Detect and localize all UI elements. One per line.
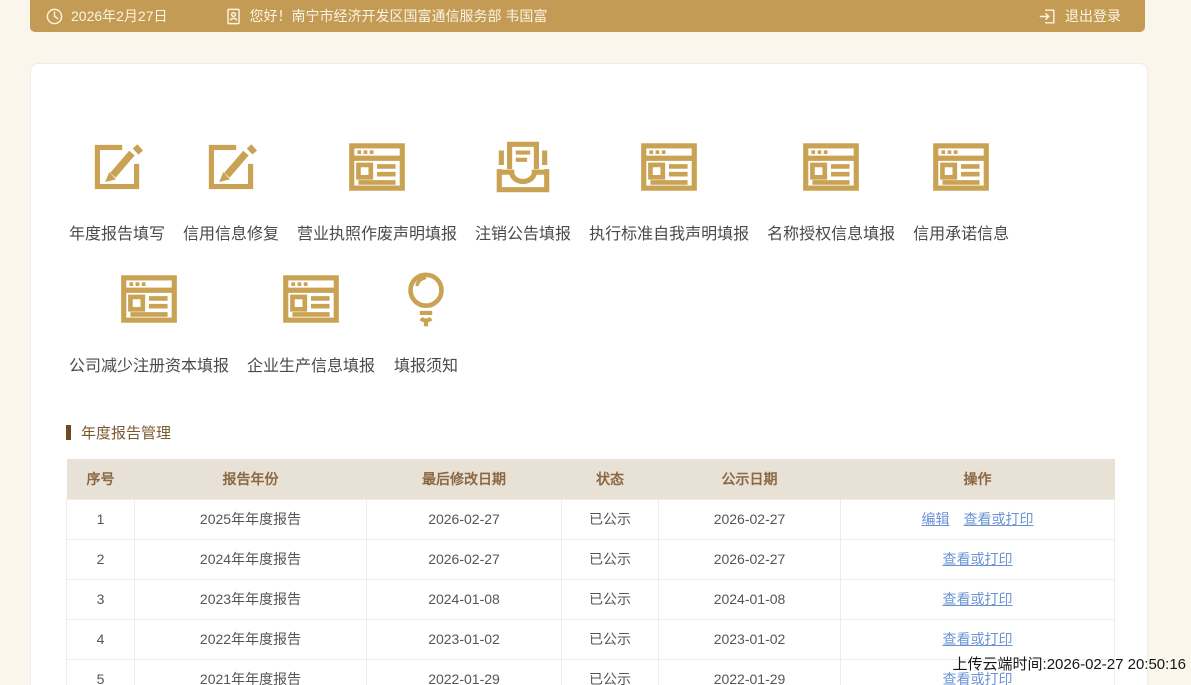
menu-item-label: 企业生产信息填报 — [247, 352, 375, 376]
cell-published: 2023-01-02 — [659, 619, 841, 659]
logout-icon — [1038, 7, 1057, 26]
menu-item-credit-commitment-info[interactable]: 信用承诺信息 — [913, 134, 1009, 244]
column-header: 状态 — [562, 459, 659, 499]
menu-item-label: 信用承诺信息 — [913, 220, 1009, 244]
clock-icon — [45, 7, 64, 26]
menu-item-license-void-declaration-fill[interactable]: 营业执照作废声明填报 — [297, 134, 457, 244]
menu-item-label: 填报须知 — [394, 352, 458, 376]
menu-item-credit-info-repair[interactable]: 信用信息修复 — [183, 134, 279, 244]
cell-status: 已公示 — [562, 499, 659, 539]
column-header: 序号 — [67, 459, 135, 499]
cell-index: 2 — [67, 539, 135, 579]
bulb-icon — [393, 266, 459, 332]
table-row: 22024年年度报告2026-02-27已公示2026-02-27查看或打印 — [67, 539, 1115, 579]
menu-item-label: 执行标准自我声明填报 — [589, 220, 749, 244]
cell-year: 2024年年度报告 — [135, 539, 367, 579]
menu-item-production-info-fill[interactable]: 企业生产信息填报 — [247, 266, 375, 376]
cell-modified: 2026-02-27 — [367, 499, 562, 539]
cell-modified: 2024-01-08 — [367, 579, 562, 619]
column-header: 操作 — [841, 459, 1115, 499]
view-or-print-link[interactable]: 查看或打印 — [964, 511, 1034, 527]
form-icon — [798, 134, 864, 200]
menu-row-1: 年度报告填写信用信息修复营业执照作废声明填报注销公告填报执行标准自我声明填报名称… — [69, 134, 1009, 244]
menu-item-capital-reduction-fill[interactable]: 公司减少注册资本填报 — [69, 266, 229, 376]
cell-year: 2023年年度报告 — [135, 579, 367, 619]
cell-published: 2024-01-08 — [659, 579, 841, 619]
form-icon — [928, 134, 994, 200]
menu-item-standard-self-declaration-fill[interactable]: 执行标准自我声明填报 — [589, 134, 749, 244]
cell-status: 已公示 — [562, 659, 659, 685]
user-badge-icon — [224, 7, 243, 26]
main-panel: 年度报告填写信用信息修复营业执照作废声明填报注销公告填报执行标准自我声明填报名称… — [30, 63, 1148, 685]
cell-index: 4 — [67, 619, 135, 659]
menu-item-label: 名称授权信息填报 — [767, 220, 895, 244]
view-or-print-link[interactable]: 查看或打印 — [943, 591, 1013, 607]
menu-item-label: 注销公告填报 — [475, 220, 571, 244]
view-or-print-link[interactable]: 查看或打印 — [943, 631, 1013, 647]
cell-index: 1 — [67, 499, 135, 539]
form-icon — [636, 134, 702, 200]
menu-item-label: 年度报告填写 — [69, 220, 165, 244]
logout-button[interactable]: 退出登录 — [1038, 6, 1121, 26]
current-date-group: 2026年2月27日 — [45, 6, 168, 26]
table-row: 32023年年度报告2024-01-08已公示2024-01-08查看或打印 — [67, 579, 1115, 619]
cell-year: 2025年年度报告 — [135, 499, 367, 539]
form-icon — [116, 266, 182, 332]
menu-item-label: 信用信息修复 — [183, 220, 279, 244]
cell-actions: 查看或打印 — [841, 579, 1115, 619]
menu-item-filing-instructions[interactable]: 填报须知 — [393, 266, 459, 376]
menu-item-annual-report-fill[interactable]: 年度报告填写 — [69, 134, 165, 244]
table-row: 12025年年度报告2026-02-27已公示2026-02-27编辑查看或打印 — [67, 499, 1115, 539]
cell-index: 3 — [67, 579, 135, 619]
column-header: 公示日期 — [659, 459, 841, 499]
cell-published: 2022-01-29 — [659, 659, 841, 685]
cell-status: 已公示 — [562, 579, 659, 619]
menu-item-cancellation-notice-fill[interactable]: 注销公告填报 — [475, 134, 571, 244]
cell-actions: 编辑查看或打印 — [841, 499, 1115, 539]
menu-item-label: 营业执照作废声明填报 — [297, 220, 457, 244]
edit-icon — [198, 134, 264, 200]
cell-status: 已公示 — [562, 619, 659, 659]
cell-modified: 2022-01-29 — [367, 659, 562, 685]
cell-published: 2026-02-27 — [659, 539, 841, 579]
top-bar: 2026年2月27日 您好！南宁市经济开发区国富通信服务部 韦国富 退出登录 — [30, 0, 1145, 32]
view-or-print-link[interactable]: 查看或打印 — [943, 551, 1013, 567]
annual-report-table: 序号报告年份最后修改日期状态公示日期操作 12025年年度报告2026-02-2… — [66, 459, 1115, 685]
inbox-icon — [490, 134, 556, 200]
section-title-text: 年度报告管理 — [81, 422, 171, 443]
logout-label: 退出登录 — [1065, 6, 1121, 26]
form-icon — [278, 266, 344, 332]
edit-icon — [84, 134, 150, 200]
current-date: 2026年2月27日 — [71, 6, 168, 26]
column-header: 报告年份 — [135, 459, 367, 499]
edit-link[interactable]: 编辑 — [922, 511, 950, 527]
cell-actions: 查看或打印 — [841, 539, 1115, 579]
cell-modified: 2023-01-02 — [367, 619, 562, 659]
upload-cloud-timestamp: 上传云端时间:2026-02-27 20:50:16 — [953, 653, 1186, 674]
annual-report-section-title: 年度报告管理 — [66, 422, 171, 443]
cell-year: 2022年年度报告 — [135, 619, 367, 659]
user-greeting: 您好！南宁市经济开发区国富通信服务部 韦国富 — [250, 6, 548, 26]
cell-status: 已公示 — [562, 539, 659, 579]
cell-modified: 2026-02-27 — [367, 539, 562, 579]
cell-year: 2021年年度报告 — [135, 659, 367, 685]
form-icon — [344, 134, 410, 200]
user-greeting-group: 您好！南宁市经济开发区国富通信服务部 韦国富 — [224, 6, 548, 26]
menu-item-name-authorization-info-fill[interactable]: 名称授权信息填报 — [767, 134, 895, 244]
section-marker — [66, 425, 71, 440]
cell-published: 2026-02-27 — [659, 499, 841, 539]
column-header: 最后修改日期 — [367, 459, 562, 499]
cell-index: 5 — [67, 659, 135, 685]
menu-item-label: 公司减少注册资本填报 — [69, 352, 229, 376]
menu-row-2: 公司减少注册资本填报企业生产信息填报填报须知 — [69, 266, 459, 376]
